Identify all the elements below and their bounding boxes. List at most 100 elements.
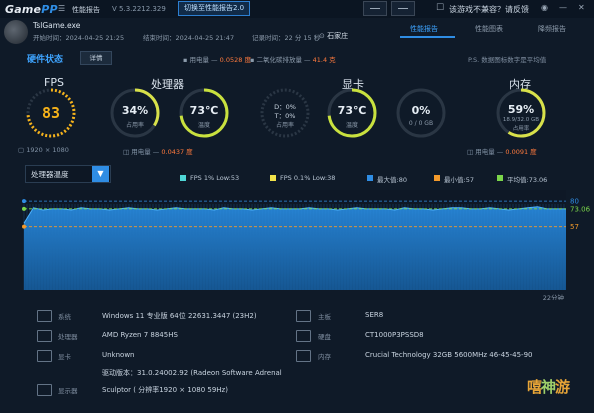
disk-icon: [296, 330, 311, 342]
gamepp-logo: GamePP: [5, 3, 58, 16]
ref-marker: [22, 206, 26, 211]
ram-usage-sub: 18.9/32.0 GB: [502, 117, 540, 123]
cpu-usage-value: 34%: [121, 104, 149, 117]
metric-select-value: 处理器温度: [31, 170, 69, 179]
cpu-temp-label: 温度: [197, 122, 210, 129]
sys-key-cpu: 处理器: [58, 333, 78, 341]
session-power: ▪ 用电量 — 0.0528 度: [183, 56, 251, 64]
feedback-link[interactable]: 该游戏不兼容？请反馈: [449, 4, 529, 15]
ram-power: ◫ 用电量 — 0.0091 度: [467, 148, 537, 156]
version-label: V 5.3.2212.329: [112, 5, 166, 13]
fps-resolution: ▢ 1920 × 1080: [18, 146, 69, 154]
sys-key-board: 主板: [318, 313, 331, 321]
ref-label: 57: [570, 223, 579, 231]
start-time-label: 开始时间：2024-04-25 21:25: [33, 34, 125, 42]
sys-value-disk: CT1000P3PSSD8: [365, 331, 424, 339]
ram-icon-shape: [296, 350, 311, 362]
gpu-temp-label: 温度: [345, 122, 358, 129]
windows-icon: [37, 310, 52, 322]
tab-performance-chart[interactable]: 性能图表: [475, 24, 503, 34]
cpu-icon-shape: [37, 330, 52, 342]
cpu-usage-label: 占用率: [125, 122, 144, 129]
gpu-usage-t: T：0%: [274, 112, 296, 120]
cpu-icon: [37, 330, 52, 342]
legend-swatch-max: [367, 175, 373, 181]
sys-value-cpu: AMD Ryzen 7 8845HS: [102, 331, 178, 339]
legend-avg: 平均值:73.06: [507, 176, 548, 184]
menu-icon[interactable]: ☰: [58, 4, 65, 13]
close-icon[interactable]: ✕: [578, 3, 585, 12]
average-note: P.S. 数据图标数字是平均值: [468, 56, 547, 64]
sys-key-disk: 硬盘: [318, 333, 331, 341]
location-icon: ⊙: [319, 32, 328, 40]
ref-marker: [22, 199, 26, 204]
legend-fps-01low: FPS 0.1% Low:38: [280, 174, 336, 182]
gpu-temp-value: 73℃: [337, 104, 367, 117]
gpu-icon-shape: [37, 350, 52, 362]
expand-icon: [370, 8, 380, 9]
sys-key-ram: 内存: [318, 353, 331, 361]
minimize-icon[interactable]: —: [559, 3, 567, 12]
legend-fps-1low: FPS 1% Low:53: [190, 174, 240, 182]
sys-value-monitor: Sculptor ( 分辨率1920 × 1080 59Hz): [102, 386, 228, 394]
collapse-button[interactable]: [391, 1, 415, 16]
legend-swatch-min: [434, 175, 440, 181]
ram-icon: [296, 350, 311, 362]
duration-label: 记录时间：22 分 15 秒: [252, 34, 321, 42]
end-time-label: 结束时间：2024-04-25 21:47: [143, 34, 235, 42]
sys-value-board: SER8: [365, 311, 384, 319]
co2-emission: ▪ 二氧化碳排放量 — 41.4 克: [250, 56, 336, 64]
tab-performance-report[interactable]: 性能报告: [410, 24, 438, 34]
monitor-small-icon: ▢: [18, 146, 27, 154]
ram-usage-label: 占用率: [512, 126, 530, 132]
gpu-icon: [37, 350, 52, 362]
sys-key-gpu: 显卡: [58, 353, 71, 361]
x-end-label: 22分钟: [543, 293, 565, 300]
camera-icon[interactable]: ◉: [541, 3, 548, 12]
watermark-logo: 嘻神游: [527, 378, 570, 396]
cpu-power: ◫ 用电量 — 0.0437 度: [123, 148, 193, 156]
metric-select[interactable]: 处理器温度 ▼: [25, 165, 111, 183]
sys-value-os: Windows 11 专业版 64位 22631.3447 (23H2): [102, 312, 257, 320]
legend-min: 最小值:57: [444, 176, 474, 184]
windows-icon-shape: [37, 310, 52, 322]
ref-label: 73.06: [570, 205, 591, 213]
expand-button[interactable]: [363, 1, 387, 16]
app-name: TslGame.exe: [33, 21, 81, 30]
ref-marker: [22, 224, 26, 229]
cpu-temp-value: 73℃: [189, 104, 219, 117]
legend-swatch-01low: [270, 175, 276, 181]
legend-swatch-avg: [497, 175, 503, 181]
chevron-down-icon[interactable]: ▼: [92, 166, 109, 182]
monitor-icon: [37, 384, 52, 396]
fps-value: 83: [41, 104, 61, 122]
legend-max: 最大值:80: [377, 176, 407, 184]
cpu-temperature-chart: 8073.065722分钟: [22, 190, 591, 300]
disk-icon-shape: [296, 330, 311, 342]
report-title: 性能报告: [72, 6, 100, 14]
motherboard-icon-shape: [296, 310, 311, 322]
sys-value-gpu: Unknown: [102, 351, 135, 359]
detail-button[interactable]: 详情: [80, 51, 112, 65]
series-area: [24, 206, 566, 290]
power-icon: ◫: [467, 148, 476, 156]
tab-throttle-report[interactable]: 降频报告: [538, 24, 566, 34]
active-tab-indicator: [400, 36, 455, 38]
minus-icon: [398, 8, 408, 9]
sys-key-monitor: 显示器: [58, 387, 78, 395]
power-icon: ◫: [123, 148, 132, 156]
hardware-status-title: 硬件状态: [27, 55, 64, 65]
location-label: ⊙ 石家庄: [319, 32, 349, 40]
motherboard-icon: [296, 310, 311, 322]
sys-value-ram: Crucial Technology 32GB 5600MHz 46-45-45…: [365, 351, 533, 359]
switch-report-button[interactable]: 切换至性能报告2.0: [178, 1, 251, 16]
legend-swatch-1low: [180, 175, 186, 181]
gpu-mem-label: 0 / 0 GB: [408, 120, 434, 127]
chat-icon: ☐: [436, 3, 445, 13]
gpu-usage-label: 占用率: [275, 122, 294, 129]
ram-usage-value: 59%: [507, 103, 535, 116]
app-avatar: [4, 20, 28, 44]
sys-key-os: 系统: [58, 313, 71, 321]
sys-value-driver: 驱动版本：31.0.24002.92 (Radeon Software Adre…: [102, 369, 282, 377]
gpu-mem-value: 0%: [411, 104, 431, 117]
